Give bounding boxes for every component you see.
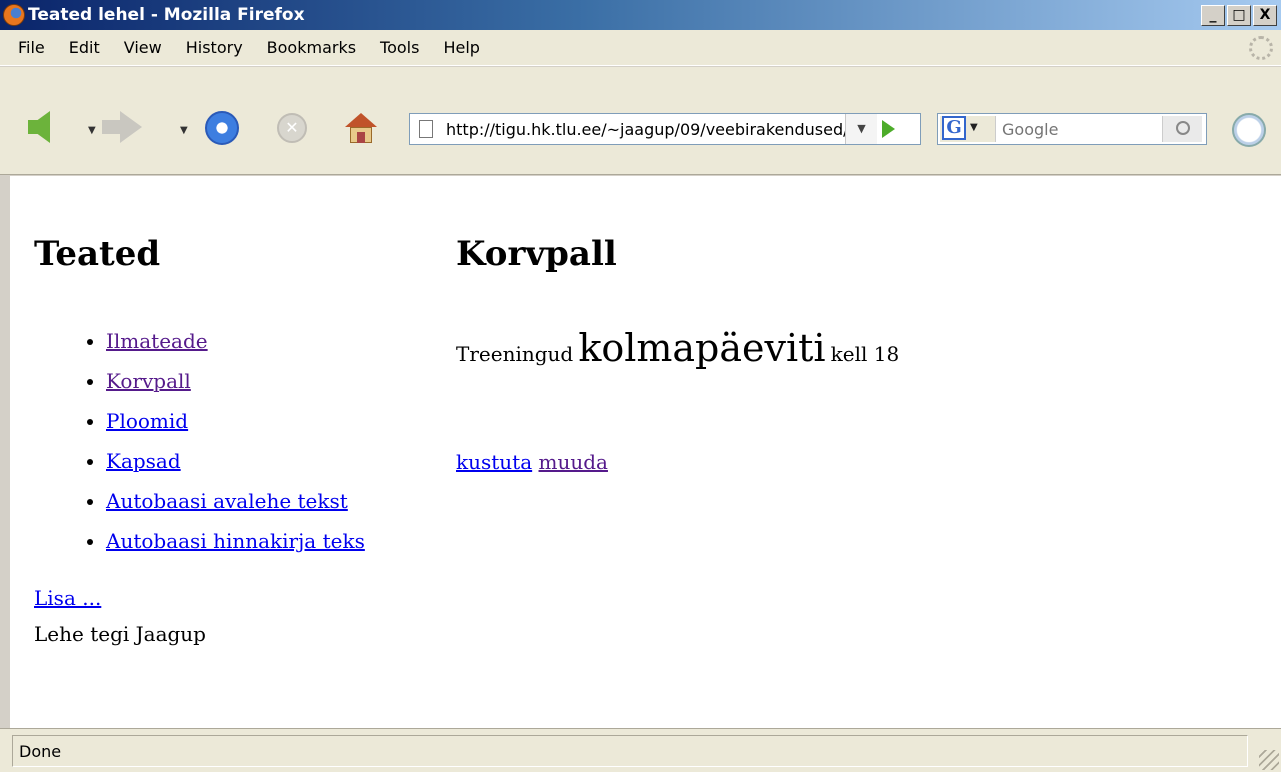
list-item: Autobaasi hinnakirja teks [106, 521, 365, 561]
add-link[interactable]: Lisa ... [34, 586, 101, 610]
resize-grip-icon[interactable] [1259, 750, 1279, 770]
right-heading: Korvpall [456, 234, 617, 274]
forward-arrow-icon[interactable] [102, 111, 142, 143]
home-door [357, 132, 365, 143]
left-heading: Teated [34, 234, 161, 274]
menu-view[interactable]: View [124, 38, 162, 57]
list-item: Kapsad [106, 441, 365, 481]
edit-link[interactable]: muuda [539, 450, 608, 474]
link-korvpall[interactable]: Korvpall [106, 369, 191, 393]
menu-bar: File Edit View History Bookmarks Tools H… [0, 30, 1281, 66]
message-actions: kustuta muuda [456, 450, 608, 474]
search-bar[interactable]: G ▼ [937, 113, 1207, 145]
minimize-button[interactable]: _ [1201, 5, 1225, 26]
link-ploomid[interactable]: Ploomid [106, 409, 188, 433]
menu-tools[interactable]: Tools [380, 38, 419, 57]
forward-history-dropdown-icon[interactable]: ▼ [180, 125, 188, 136]
close-button[interactable]: X [1253, 5, 1277, 26]
back-arrow-icon[interactable] [28, 111, 50, 143]
list-item: Autobaasi avalehe tekst [106, 481, 365, 521]
maximize-button[interactable]: □ [1227, 5, 1251, 26]
clock-icon[interactable] [1232, 113, 1266, 147]
message-list: Ilmateade Korvpall Ploomid Kapsad Autoba… [82, 321, 365, 561]
menu-file[interactable]: File [18, 38, 45, 57]
page-icon [419, 120, 433, 138]
engine-dropdown-icon: ▼ [970, 122, 978, 133]
search-engine-selector[interactable]: G ▼ [940, 116, 996, 142]
title-bar[interactable]: Teated lehel - Mozilla Firefox _ □ X [0, 0, 1281, 30]
menu-help[interactable]: Help [443, 38, 479, 57]
window-title: Teated lehel - Mozilla Firefox [28, 5, 305, 25]
status-text: Done [12, 735, 1248, 767]
list-item: Ilmateade [106, 321, 365, 361]
search-input[interactable] [1002, 119, 1152, 139]
message-part-2: kolmapäeviti [578, 326, 826, 370]
page-content: Teated Ilmateade Korvpall Ploomid Kapsad… [10, 176, 1281, 728]
home-roof [345, 113, 377, 127]
url-history-dropdown-icon[interactable]: ▼ [845, 114, 877, 144]
message-part-3: kell 18 [830, 342, 900, 366]
author-text: Lehe tegi Jaagup [34, 622, 206, 646]
menu-history[interactable]: History [186, 38, 243, 57]
firefox-logo-icon [3, 4, 25, 26]
url-text[interactable]: http://tigu.hk.tlu.ee/~jaagup/09/veebira… [446, 120, 846, 139]
list-item: Ploomid [106, 401, 365, 441]
link-kapsad[interactable]: Kapsad [106, 449, 181, 473]
status-bar: Done [0, 728, 1281, 772]
message-part-1: Treeningud [456, 342, 574, 366]
window-controls: _ □ X [1201, 5, 1277, 26]
go-arrow-icon[interactable] [882, 120, 895, 138]
link-autobaasi-avalehe-tekst[interactable]: Autobaasi avalehe tekst [106, 489, 348, 513]
delete-link[interactable]: kustuta [456, 450, 532, 474]
list-item: Korvpall [106, 361, 365, 401]
menu-edit[interactable]: Edit [69, 38, 100, 57]
search-magnifier-icon[interactable] [1162, 116, 1202, 142]
navigation-toolbar: ▼ ▼ ✕ http://tigu.hk.tlu.ee/~jaagup/09/v… [0, 67, 1281, 175]
reload-icon[interactable] [205, 111, 239, 145]
stop-icon[interactable]: ✕ [277, 113, 307, 143]
link-autobaasi-hinnakirja-teks[interactable]: Autobaasi hinnakirja teks [106, 529, 365, 553]
google-g-icon: G [942, 116, 966, 140]
message-body: Treeningud kolmapäeviti kell 18 [456, 326, 899, 370]
throbber-icon [1249, 36, 1273, 60]
home-icon[interactable] [345, 113, 377, 143]
back-history-dropdown-icon[interactable]: ▼ [88, 125, 96, 136]
menu-bookmarks[interactable]: Bookmarks [267, 38, 356, 57]
link-ilmateade[interactable]: Ilmateade [106, 329, 208, 353]
address-bar[interactable]: http://tigu.hk.tlu.ee/~jaagup/09/veebira… [409, 113, 921, 145]
